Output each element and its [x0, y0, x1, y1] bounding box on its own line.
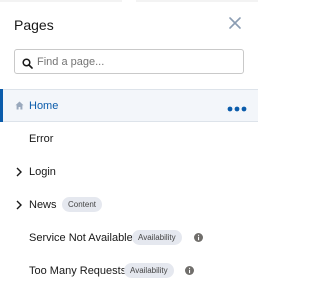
close-icon[interactable]	[226, 14, 244, 32]
page-item-label: Home	[29, 99, 59, 112]
page-item-error[interactable]: Error	[0, 122, 258, 155]
page-item-too-many-requests[interactable]: Too Many Requests Availability	[0, 254, 258, 287]
page-type-badge: Availability	[132, 230, 182, 245]
pages-panel: Pages Home	[0, 0, 258, 300]
panel-title: Pages	[14, 17, 54, 33]
page-type-badge: Availability	[124, 263, 174, 278]
info-icon[interactable]	[185, 266, 194, 275]
page-item-service-not-available[interactable]: Service Not Available Availability	[0, 221, 258, 254]
page-list: Home Error Login News Content Service No…	[0, 89, 258, 287]
home-icon	[15, 101, 24, 110]
page-item-label: Login	[29, 165, 56, 178]
chevron-right-icon[interactable]	[15, 167, 23, 177]
selection-indicator	[0, 89, 3, 122]
chevron-right-icon[interactable]	[15, 200, 23, 210]
panel-header: Pages	[14, 16, 244, 36]
page-item-label: Service Not Available	[29, 231, 133, 244]
panel-top-edge-left	[0, 0, 122, 2]
page-item-login[interactable]: Login	[0, 155, 258, 188]
page-item-label: News	[29, 198, 57, 211]
info-icon[interactable]	[194, 233, 203, 242]
search-box	[14, 49, 244, 74]
page-type-badge: Content	[62, 197, 103, 212]
panel-top-edge-right	[136, 0, 258, 2]
page-item-label: Error	[29, 132, 54, 145]
page-item-label: Too Many Requests	[29, 264, 127, 277]
search-icon	[22, 56, 33, 69]
page-item-news[interactable]: News Content	[0, 188, 258, 221]
more-actions-icon[interactable]	[227, 103, 247, 112]
page-item-home[interactable]: Home	[0, 89, 258, 122]
search-input[interactable]	[37, 50, 237, 73]
